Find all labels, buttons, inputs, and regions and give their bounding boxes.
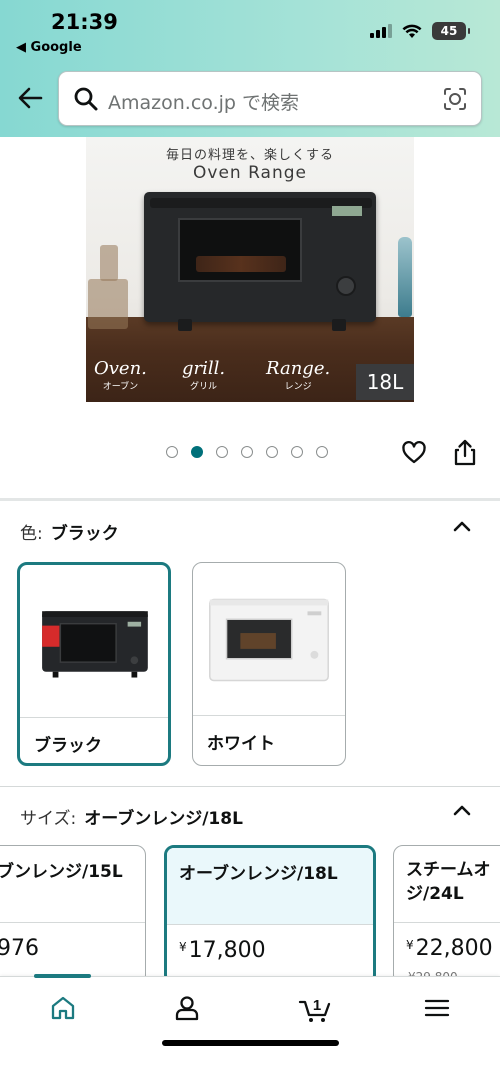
heart-icon[interactable]	[401, 440, 427, 466]
status-time: 21:39	[51, 10, 118, 34]
oven-product	[144, 192, 376, 322]
product-page: 21:39 ◀ Google 45 Amazon.co.jp で検索 毎日の料理…	[0, 0, 500, 1080]
battery-indicator: 45	[432, 22, 470, 40]
carousel-dot[interactable]	[316, 446, 328, 458]
camera-lens-icon[interactable]	[441, 85, 469, 113]
jar-decoration	[88, 279, 128, 329]
carousel-dot[interactable]	[166, 446, 178, 458]
jar-decoration	[100, 245, 118, 281]
size-section-header: サイズ: オーブンレンジ/18L	[20, 809, 243, 829]
size-option-24l[interactable]: スチームオ ジ/24L ¥22,800 ¥29,800	[393, 845, 500, 985]
feature-range: Range. レンジ	[266, 358, 331, 392]
color-label-black: ブラック	[34, 736, 102, 756]
header: 21:39 ◀ Google 45 Amazon.co.jp で検索	[0, 0, 500, 137]
back-to-app-link[interactable]: ◀ Google	[16, 40, 82, 55]
home-icon[interactable]	[48, 993, 78, 1023]
back-arrow-icon[interactable]	[16, 84, 44, 112]
size-name: ブンレンジ/15L	[0, 862, 123, 882]
chevron-up-icon[interactable]	[452, 803, 472, 817]
cart-icon[interactable]: 1	[298, 993, 332, 1023]
image-caption-en: Oven Range	[193, 163, 307, 183]
color-label-white: ホワイト	[207, 734, 275, 754]
feature-oven: Oven. オーブン	[94, 358, 147, 392]
bottom-nav: 1	[0, 974, 500, 1080]
search-input[interactable]: Amazon.co.jp で検索	[108, 88, 299, 115]
size-name: スチームオ ジ/24L	[406, 860, 491, 904]
carousel-dot[interactable]	[291, 446, 303, 458]
size-option-18l[interactable]: オーブンレンジ/18L ¥17,800	[164, 845, 376, 985]
product-image[interactable]: 毎日の料理を、楽しくする Oven Range Oven. オーブン grill…	[86, 137, 414, 402]
status-icons: 45	[370, 22, 470, 40]
carousel-dot[interactable]	[241, 446, 253, 458]
size-price: ¥22,800	[406, 936, 493, 961]
share-icon[interactable]	[452, 438, 478, 466]
menu-icon[interactable]	[422, 993, 452, 1023]
carousel-dots[interactable]	[166, 446, 328, 458]
size-price: 976	[0, 936, 39, 961]
feature-grill: grill. グリル	[182, 358, 226, 392]
oven-leg	[332, 319, 346, 331]
section-divider	[0, 498, 500, 501]
capacity-badge: 18L	[356, 364, 414, 400]
wifi-icon	[402, 24, 422, 38]
home-indicator-bar	[162, 1040, 339, 1046]
color-section-header: 色: ブラック	[20, 524, 119, 544]
white-oven-thumbnail	[209, 598, 329, 682]
carousel-dot[interactable]	[216, 446, 228, 458]
section-divider	[0, 786, 500, 787]
carousel-dot[interactable]	[266, 446, 278, 458]
chevron-up-icon[interactable]	[452, 519, 472, 533]
search-box[interactable]: Amazon.co.jp で検索	[58, 71, 482, 126]
size-price: ¥17,800	[179, 938, 266, 963]
cart-count: 1	[313, 997, 321, 1014]
size-name: オーブンレンジ/18L	[179, 864, 338, 884]
cellular-signal-icon	[370, 24, 392, 38]
search-icon	[74, 87, 98, 111]
black-oven-thumbnail	[42, 611, 148, 678]
color-option-black[interactable]: ブラック	[17, 562, 171, 766]
bottle-decoration	[398, 237, 412, 317]
image-caption-jp: 毎日の料理を、楽しくする	[165, 148, 334, 163]
carousel-dot[interactable]	[191, 446, 203, 458]
oven-leg	[178, 319, 192, 331]
active-tab-indicator	[34, 974, 91, 978]
size-option-15l[interactable]: ブンレンジ/15L 976	[0, 845, 146, 985]
color-option-white[interactable]: ホワイト	[192, 562, 346, 766]
account-icon[interactable]	[172, 993, 202, 1023]
